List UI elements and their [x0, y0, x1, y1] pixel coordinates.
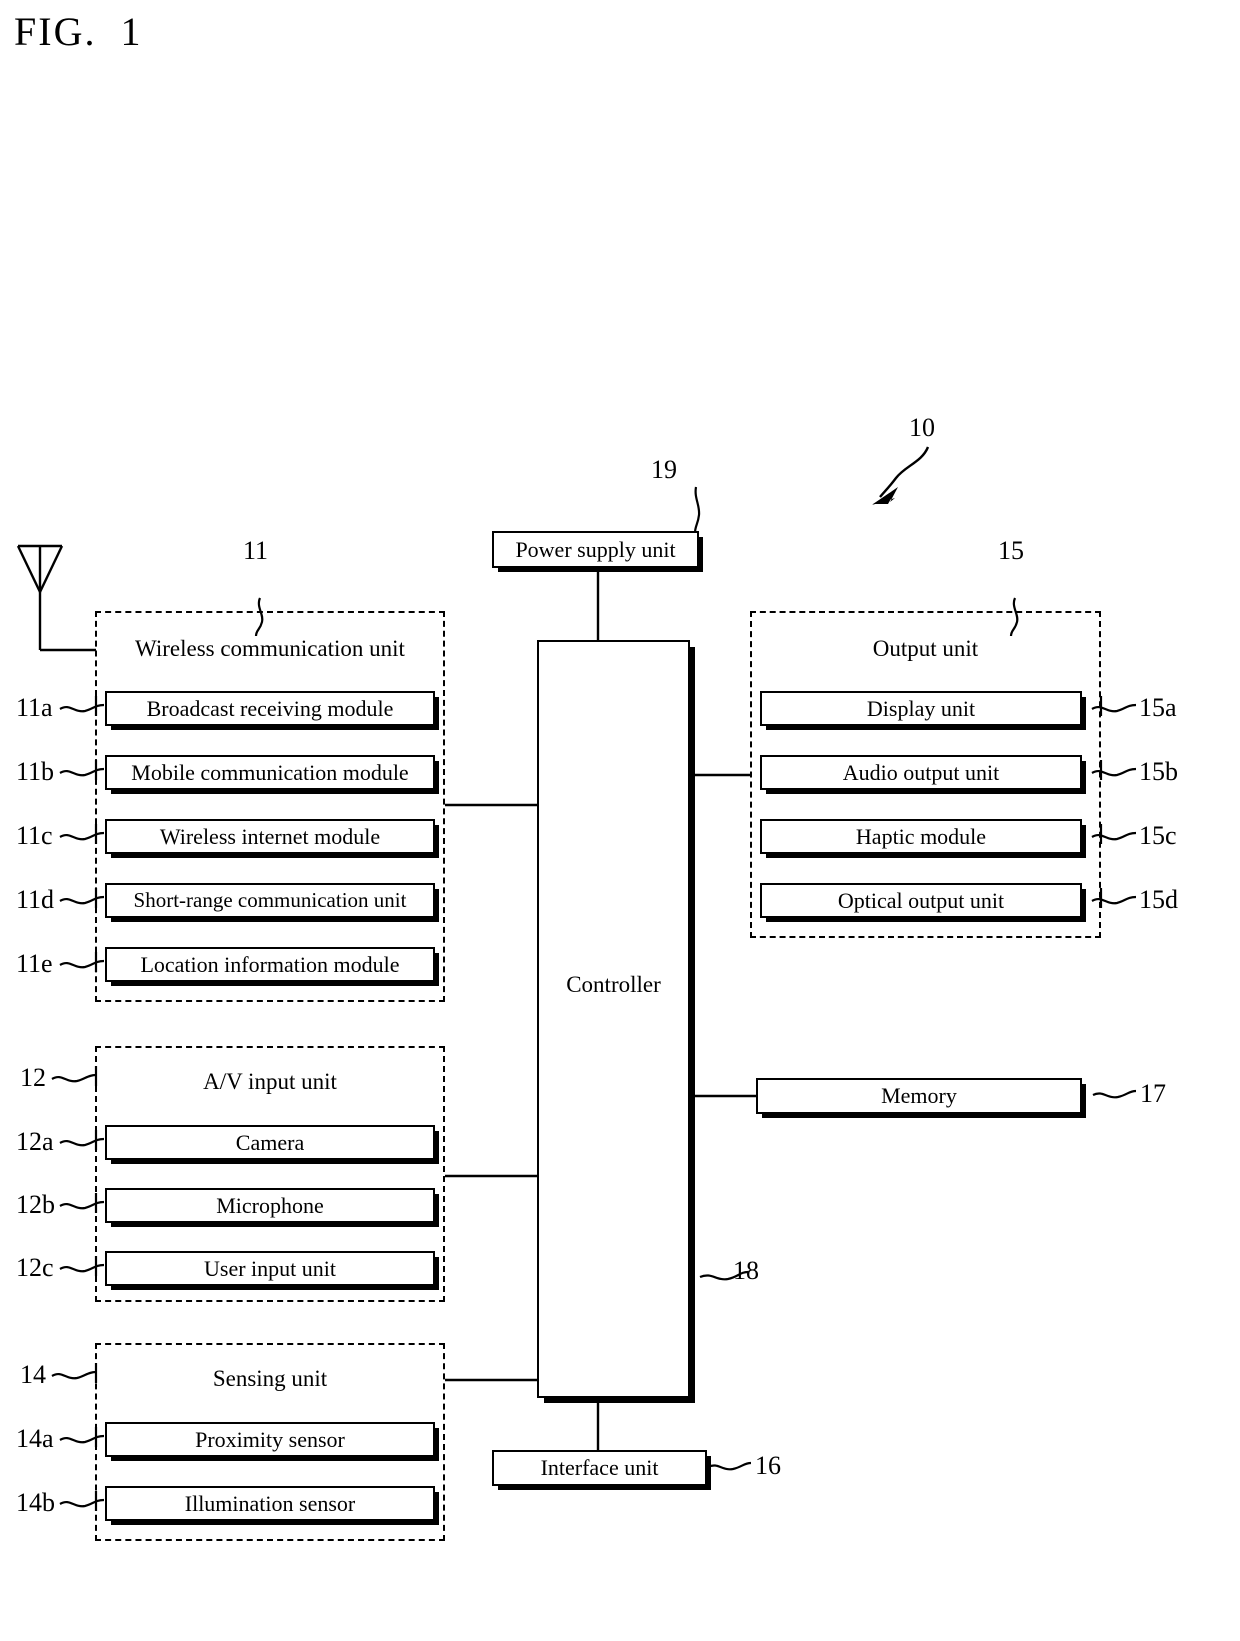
broadcast-receiving-module-label: Broadcast receiving module — [146, 695, 394, 721]
ref-11a: 11a — [16, 693, 53, 722]
leader-14 — [51, 1370, 97, 1380]
controller-label: Controller — [566, 972, 661, 997]
location-information-module-box[interactable]: Location information module — [105, 947, 435, 982]
antenna-icon — [16, 544, 96, 652]
sensing-unit-title: Sensing unit — [212, 1366, 328, 1391]
proximity-sensor-label: Proximity sensor — [195, 1426, 345, 1452]
wireless-internet-module-box[interactable]: Wireless internet module — [105, 819, 435, 854]
ref-11: 11 — [243, 536, 269, 565]
haptic-module-box[interactable]: Haptic module — [760, 819, 1082, 854]
ref-15: 15 — [998, 536, 1024, 565]
interface-unit-box[interactable]: Interface unit — [492, 1450, 707, 1486]
camera-box[interactable]: Camera — [105, 1125, 435, 1160]
ref-14b: 14b — [16, 1488, 55, 1517]
wireless-communication-unit-group: Wireless communication unit — [95, 611, 445, 1002]
memory-box[interactable]: Memory — [756, 1078, 1082, 1114]
leader-17 — [1092, 1089, 1137, 1099]
ref-15a: 15a — [1139, 693, 1177, 722]
ref-18: 18 — [733, 1256, 759, 1285]
audio-output-unit-box[interactable]: Audio output unit — [760, 755, 1082, 790]
ref-15d: 15d — [1139, 885, 1178, 914]
output-unit-title: Output unit — [872, 636, 979, 661]
camera-label: Camera — [235, 1129, 305, 1155]
ref-10: 10 — [909, 413, 935, 442]
user-input-unit-label: User input unit — [204, 1255, 336, 1281]
display-unit-label: Display unit — [866, 695, 976, 721]
display-unit-box[interactable]: Display unit — [760, 691, 1082, 726]
optical-output-unit-label: Optical output unit — [837, 887, 1005, 913]
ref-16: 16 — [755, 1451, 781, 1480]
microphone-box[interactable]: Microphone — [105, 1188, 435, 1223]
haptic-module-label: Haptic module — [855, 823, 987, 849]
ref-19: 19 — [651, 455, 677, 484]
wireless-internet-module-label: Wireless internet module — [159, 823, 381, 849]
leader-12 — [51, 1073, 97, 1083]
ref-12c: 12c — [16, 1253, 54, 1282]
figure-title: FIG. 1 — [14, 9, 143, 54]
optical-output-unit-box[interactable]: Optical output unit — [760, 883, 1082, 918]
ref-17: 17 — [1140, 1079, 1166, 1108]
wireless-communication-unit-title: Wireless communication unit — [135, 636, 405, 661]
interface-unit-label: Interface unit — [540, 1455, 659, 1480]
ref-12a: 12a — [16, 1127, 54, 1156]
ref-11c: 11c — [16, 821, 53, 850]
system-ref-leader — [879, 446, 930, 498]
ref-12b: 12b — [16, 1190, 55, 1219]
microphone-label: Microphone — [216, 1192, 324, 1218]
illumination-sensor-label: Illumination sensor — [184, 1490, 356, 1516]
location-information-module-label: Location information module — [140, 951, 400, 977]
proximity-sensor-box[interactable]: Proximity sensor — [105, 1422, 435, 1457]
mobile-communication-module-box[interactable]: Mobile communication module — [105, 755, 435, 790]
illumination-sensor-box[interactable]: Illumination sensor — [105, 1486, 435, 1521]
system-ref-arrowhead — [872, 487, 898, 505]
mobile-communication-module-label: Mobile communication module — [131, 759, 409, 785]
ref-15c: 15c — [1139, 821, 1177, 850]
ref-11e: 11e — [16, 949, 53, 978]
ref-15b: 15b — [1139, 757, 1178, 786]
short-range-communication-unit-box[interactable]: Short-range communication unit — [105, 883, 435, 918]
patent-figure-page: FIG. 1 Power supply unit 19 10 Wireless … — [0, 0, 1240, 1641]
user-input-unit-box[interactable]: User input unit — [105, 1251, 435, 1286]
ref-12: 12 — [20, 1063, 46, 1092]
ref-14: 14 — [20, 1360, 46, 1389]
ref-14a: 14a — [16, 1424, 54, 1453]
ref-11b: 11b — [16, 757, 55, 786]
ref-11d: 11d — [16, 885, 55, 914]
short-range-communication-unit-label: Short-range communication unit — [133, 888, 407, 912]
leader-19 — [693, 486, 701, 534]
av-input-unit-title: A/V input unit — [203, 1069, 337, 1094]
leader-16 — [707, 1461, 752, 1471]
controller-box[interactable]: Controller — [537, 640, 690, 1398]
power-supply-unit-label: Power supply unit — [515, 536, 676, 562]
audio-output-unit-label: Audio output unit — [842, 759, 1000, 785]
broadcast-receiving-module-box[interactable]: Broadcast receiving module — [105, 691, 435, 726]
memory-label: Memory — [881, 1083, 957, 1108]
power-supply-unit-box[interactable]: Power supply unit — [492, 531, 699, 568]
